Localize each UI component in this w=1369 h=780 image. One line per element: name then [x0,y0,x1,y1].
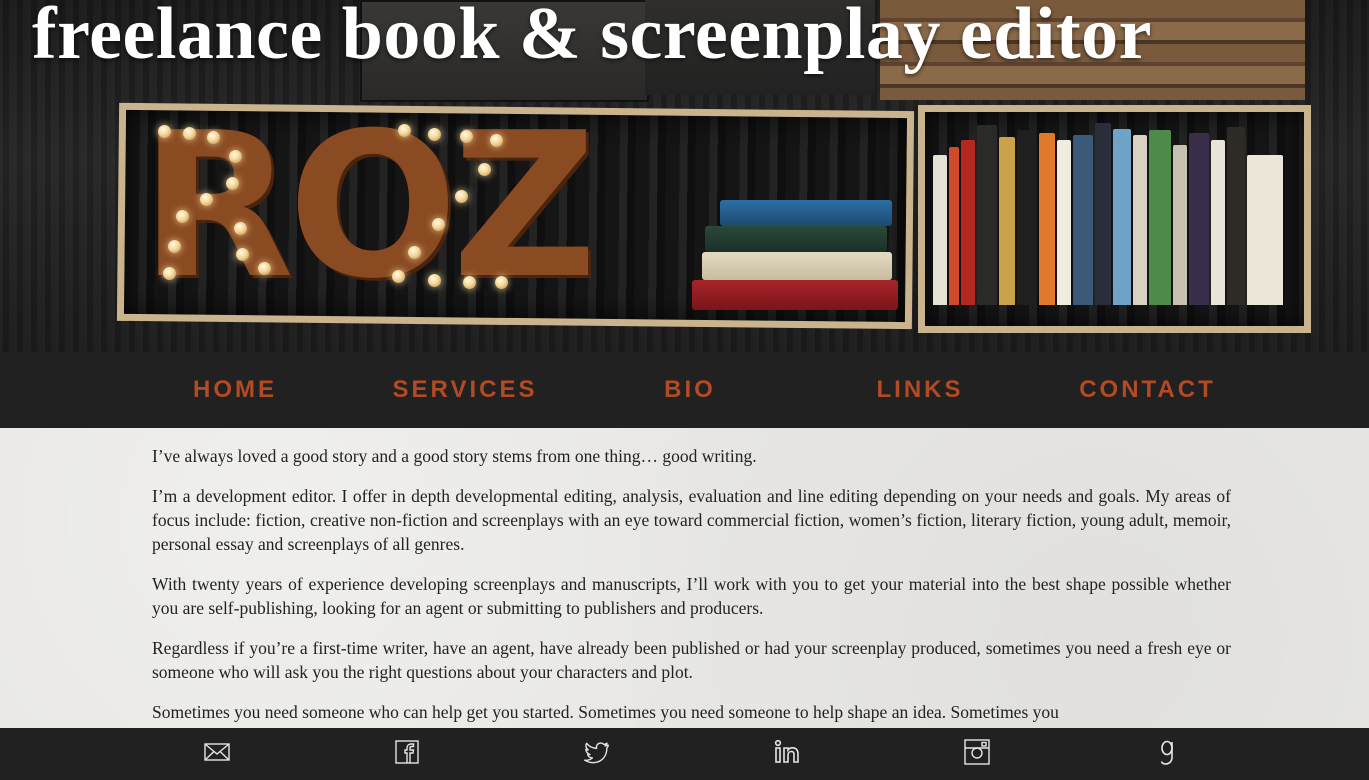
email-icon[interactable] [203,738,231,766]
instagram-icon[interactable] [963,738,991,766]
nav-home[interactable]: HOME [170,352,300,428]
hero-banner: ROZ freelance book & screenplay editor [0,0,1369,352]
goodreads-icon[interactable] [1153,738,1181,766]
body-paragraph: Sometimes you need someone who can help … [152,702,1059,722]
body-paragraph: With twenty years of experience developi… [152,574,1231,618]
hero-book-row [925,112,1305,332]
main-nav: HOME SERVICES BIO LINKS CONTACT [0,352,1369,428]
linkedin-icon[interactable] [773,738,801,766]
twitter-icon[interactable] [583,738,611,766]
main-content: I’ve always loved a good story and a goo… [0,428,1369,728]
facebook-icon[interactable] [393,738,421,766]
site-title: freelance book & screenplay editor [32,0,1152,75]
nav-links[interactable]: LINKS [860,352,980,428]
nav-services[interactable]: SERVICES [390,352,540,428]
nav-contact[interactable]: CONTACT [1075,352,1220,428]
body-paragraph: Regardless if you’re a first-time writer… [152,638,1231,682]
social-footer [0,728,1369,780]
content-body: I’ve always loved a good story and a goo… [152,444,1231,728]
logo-marquee-letters: ROZ [140,107,597,307]
logo-text: ROZ [140,90,597,323]
body-paragraph: I’m a development editor. I offer in dep… [152,486,1231,554]
nav-bio[interactable]: BIO [640,352,740,428]
intro-paragraph: I’ve always loved a good story and a goo… [152,446,757,466]
